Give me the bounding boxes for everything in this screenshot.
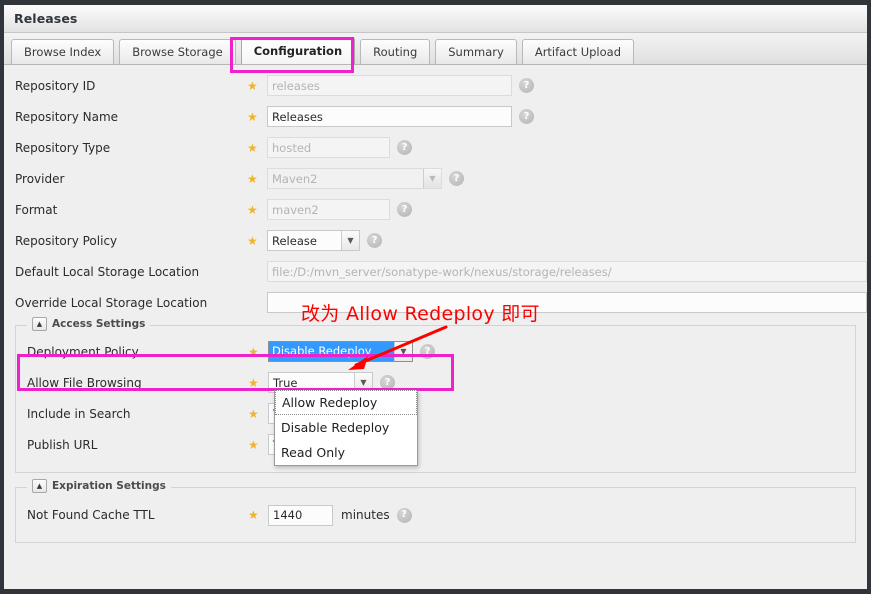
repository-name-input[interactable]: Releases [267,106,512,127]
format-input: maven2 [267,199,390,220]
help-icon[interactable]: ? [449,171,464,186]
dropdown-option-disable-redeploy[interactable]: Disable Redeploy [275,415,417,440]
access-settings-legend-text: Access Settings [52,318,146,330]
field-row-include-in-search: Include in Search ★ True ▼ ? [16,398,855,429]
repository-type-label: Repository Type [15,140,111,155]
repository-id-input: releases [267,75,512,96]
field-row-repository-name: Repository Name ★ Releases ? [4,101,867,132]
required-star-icon: ★ [247,233,258,248]
required-star-icon: ★ [248,406,259,421]
field-row-publish-url: Publish URL ★ True ▼ ? [16,429,855,460]
not-found-cache-ttl-input[interactable]: 1440 [268,504,333,526]
dropdown-option-allow-redeploy[interactable]: Allow Redeploy [275,390,417,415]
deployment-policy-label: Deployment Policy [27,344,139,359]
dropdown-option-read-only[interactable]: Read Only [275,440,417,465]
field-row-repository-type: Repository Type ★ hosted ? [4,132,867,163]
repository-name-label: Repository Name [15,109,119,124]
required-star-icon: ★ [247,171,258,186]
field-row-provider: Provider ★ Maven2 ▼ ? [4,163,867,194]
page-title: Releases [14,11,78,26]
field-row-repository-id: Repository ID ★ releases ? [4,70,867,101]
chevron-down-icon[interactable]: ▼ [394,342,412,361]
expiration-settings-legend-text: Expiration Settings [52,480,166,492]
required-star-icon: ★ [248,437,259,452]
allow-file-browsing-label: Allow File Browsing [27,375,142,390]
field-row-deployment-policy: Deployment Policy ★ Disable Redeploy ▼ ? [16,336,855,367]
repository-type-input: hosted [267,137,390,158]
override-storage-label: Override Local Storage Location [15,295,208,310]
field-row-default-storage: Default Local Storage Location ★ file:/D… [4,256,867,287]
access-settings-fieldset: ▲ Access Settings Deployment Policy ★ Di… [15,317,856,473]
help-icon[interactable]: ? [420,344,435,359]
default-storage-input: file:/D:/mvn_server/sonatype-work/nexus/… [267,261,867,282]
help-icon[interactable]: ? [380,375,395,390]
include-in-search-label: Include in Search [27,406,131,421]
tab-artifact-upload[interactable]: Artifact Upload [521,39,635,64]
field-row-format: Format ★ maven2 ? [4,194,867,225]
field-row-repository-policy: Repository Policy ★ Release ▼ ? [4,225,867,256]
field-row-allow-file-browsing: Allow File Browsing ★ True ▼ ? [16,367,855,398]
not-found-cache-ttl-unit: minutes [341,508,390,522]
deployment-policy-dropdown-list[interactable]: Allow Redeploy Disable Redeploy Read Onl… [274,390,418,466]
tab-bar: Browse Index Browse Storage Configuratio… [4,33,867,65]
collapse-up-icon[interactable]: ▲ [32,317,47,331]
repository-id-label: Repository ID [15,78,96,93]
required-star-icon: ★ [247,78,258,93]
tab-browse-storage[interactable]: Browse Storage [119,39,236,64]
window-titlebar: Releases [4,5,867,33]
provider-label: Provider [15,171,65,186]
help-icon[interactable]: ? [397,140,412,155]
chevron-down-icon: ▼ [423,169,441,188]
expiration-settings-legend: ▲ Expiration Settings [27,479,171,493]
deployment-policy-select[interactable]: Disable Redeploy ▼ [268,341,413,362]
help-icon[interactable]: ? [396,507,412,523]
repository-policy-label: Repository Policy [15,233,118,248]
deployment-policy-value: Disable Redeploy [269,342,394,361]
help-icon[interactable]: ? [519,78,534,93]
repository-policy-value: Release [272,233,317,248]
configuration-form: Repository ID ★ releases ? Repository Na… [4,65,867,589]
provider-value: Maven2 [272,171,318,186]
tab-configuration[interactable]: Configuration [240,37,356,64]
required-star-icon: ★ [247,202,258,217]
tab-routing[interactable]: Routing [360,39,431,64]
required-star-icon: ★ [247,140,258,155]
tab-browse-index[interactable]: Browse Index [11,39,115,64]
not-found-cache-ttl-label: Not Found Cache TTL [27,508,155,522]
field-row-not-found-cache-ttl: Not Found Cache TTL ★ 1440 minutes ? [16,498,855,532]
repository-policy-select[interactable]: Release ▼ [267,230,360,251]
format-label: Format [15,202,58,217]
required-star-icon: ★ [247,109,258,124]
provider-select: Maven2 ▼ [267,168,442,189]
required-star-icon: ★ [248,375,259,390]
deployment-policy-value-wrap: Disable Redeploy [269,342,394,361]
required-star-icon: ★ [248,508,259,522]
tab-summary[interactable]: Summary [435,39,517,64]
expiration-settings-fieldset: ▲ Expiration Settings Not Found Cache TT… [15,479,856,543]
chevron-down-icon[interactable]: ▼ [341,231,359,250]
help-icon[interactable]: ? [519,109,534,124]
help-icon[interactable]: ? [397,202,412,217]
help-icon[interactable]: ? [367,233,382,248]
publish-url-label: Publish URL [27,437,98,452]
required-star-icon: ★ [248,344,259,359]
access-settings-legend: ▲ Access Settings [27,317,151,331]
nexus-repository-window: Releases Browse Index Browse Storage Con… [0,0,871,594]
annotation-note-text: 改为 Allow Redeploy 即可 [301,303,540,325]
collapse-up-icon[interactable]: ▲ [32,479,47,493]
default-storage-label: Default Local Storage Location [15,264,200,279]
